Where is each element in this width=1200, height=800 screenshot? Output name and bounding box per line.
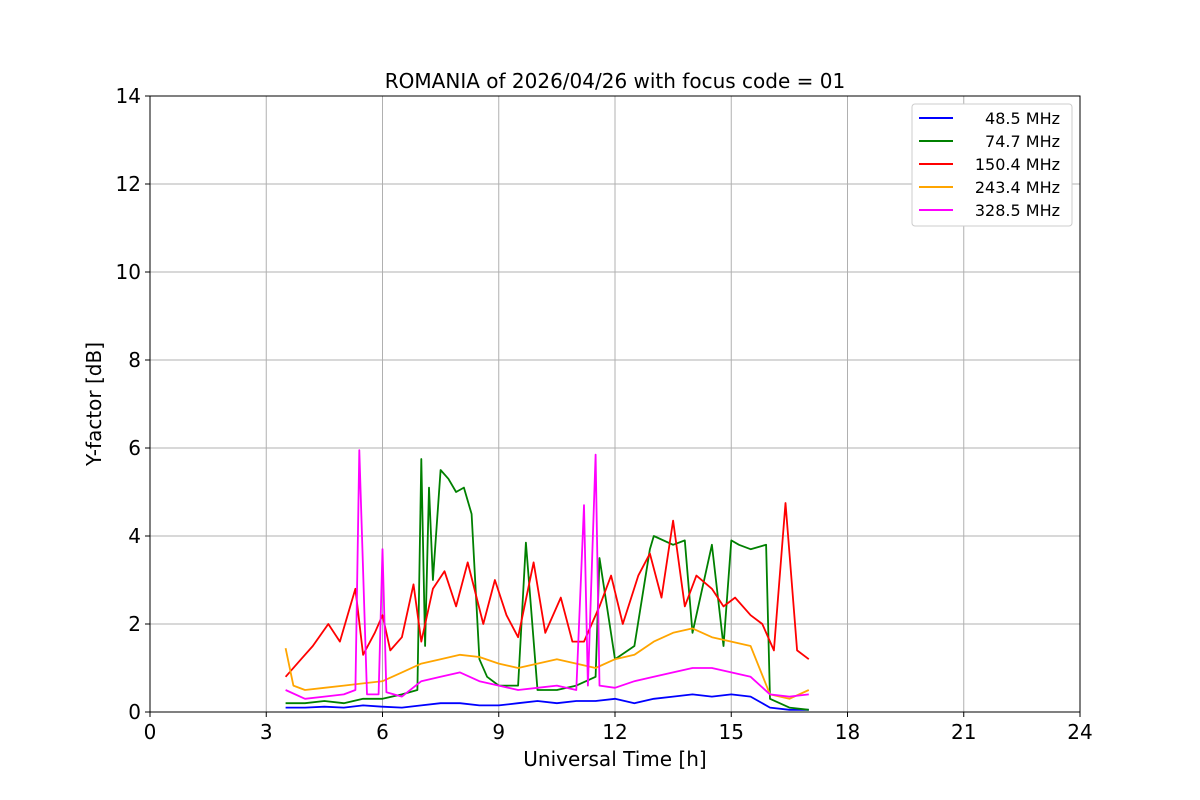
chart-title: ROMANIA of 2026/04/26 with focus code = …	[385, 69, 845, 93]
legend-entry: 243.4 MHz	[975, 178, 1060, 197]
legend: 48.5 MHz 74.7 MHz 150.4 MHz 243.4 MHz 328.5 …	[911, 103, 1073, 227]
x-tick-label: 6	[376, 720, 389, 744]
legend-entry: 74.7 MHz	[985, 132, 1060, 151]
x-tick-label: 12	[602, 720, 627, 744]
y-tick-label: 4	[128, 524, 141, 548]
y-tick-label: 0	[128, 700, 141, 724]
y-axis-label: Y-factor [dB]	[82, 342, 106, 467]
y-tick-label: 12	[116, 172, 141, 196]
x-tick-label: 0	[144, 720, 157, 744]
x-tick-label: 15	[719, 720, 744, 744]
legend-entry: 48.5 MHz	[985, 109, 1060, 128]
y-tick-label: 14	[116, 84, 141, 108]
x-tick-label: 24	[1067, 720, 1092, 744]
y-tick-label: 8	[128, 348, 141, 372]
x-tick-label: 18	[835, 720, 860, 744]
x-tick-label: 3	[260, 720, 273, 744]
x-tick-label: 21	[951, 720, 976, 744]
legend-entry: 150.4 MHz	[975, 155, 1060, 174]
x-axis-label: Universal Time [h]	[523, 747, 706, 771]
y-tick-label: 10	[116, 260, 141, 284]
chart-figure: ROMANIA of 2026/04/26 with focus code = …	[0, 0, 1200, 800]
y-tick-label: 2	[128, 612, 141, 636]
y-tick-label: 6	[128, 436, 141, 460]
legend-entry: 328.5 MHz	[975, 201, 1060, 220]
x-tick-label: 9	[492, 720, 505, 744]
